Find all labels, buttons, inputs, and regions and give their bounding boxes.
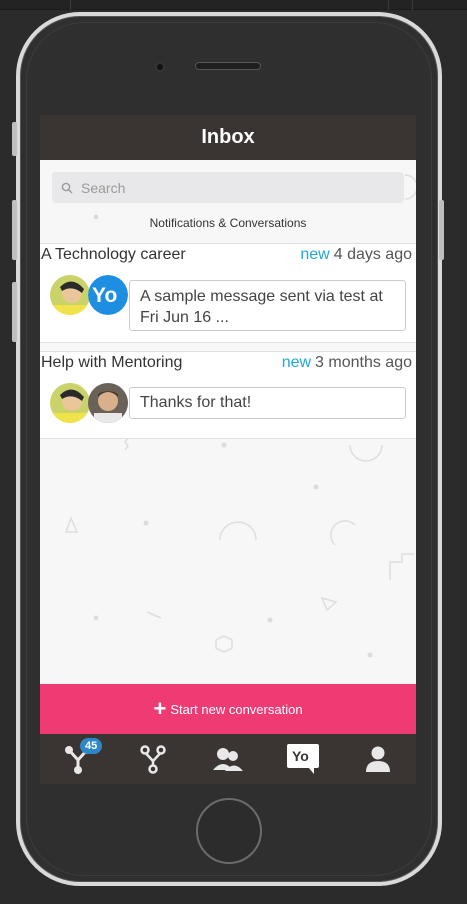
participant-avatars bbox=[50, 383, 130, 425]
profile-icon bbox=[366, 746, 391, 772]
tab-groups[interactable] bbox=[190, 734, 265, 784]
new-label: new bbox=[300, 246, 330, 263]
conversation-title: Help with Mentoring bbox=[41, 354, 183, 371]
volume-up-button bbox=[12, 200, 17, 260]
conversation-time: new 4 days ago bbox=[300, 246, 412, 264]
section-subtitle: Notifications & Conversations bbox=[149, 216, 307, 230]
app-header: Inbox bbox=[40, 115, 416, 160]
message-preview: Thanks for that! bbox=[129, 387, 406, 419]
participant-avatars: Yo bbox=[50, 275, 130, 317]
mute-switch bbox=[12, 122, 17, 156]
yo-logo-text: Yo bbox=[292, 748, 309, 764]
top-strip bbox=[0, 0, 467, 10]
conversation-title: A Technology career bbox=[41, 246, 186, 263]
new-label: new bbox=[281, 354, 312, 371]
tab-bar: 45 Yo bbox=[40, 734, 416, 784]
search-box[interactable] bbox=[52, 172, 404, 203]
page-title: Inbox bbox=[201, 126, 255, 148]
notification-badge: 45 bbox=[80, 738, 103, 754]
start-conversation-label: Start new conversation bbox=[170, 701, 303, 717]
earpiece-speaker bbox=[195, 62, 261, 70]
avatar-yo: Yo bbox=[88, 275, 128, 315]
tab-yo-chat[interactable]: Yo bbox=[266, 734, 341, 784]
home-button[interactable] bbox=[196, 798, 262, 864]
search-input[interactable] bbox=[81, 179, 381, 196]
message-line: Thanks for that! bbox=[140, 394, 252, 411]
time-ago: 4 days ago bbox=[333, 246, 412, 263]
avatar-yo-text: Yo bbox=[92, 284, 117, 307]
message-line: A sample message sent via test at bbox=[140, 288, 383, 305]
search-icon bbox=[61, 182, 73, 193]
conversation-item[interactable]: Help with Mentoring new 3 months ago Than… bbox=[40, 351, 416, 439]
start-conversation-button[interactable]: + Start new conversation bbox=[40, 684, 416, 734]
power-button bbox=[439, 200, 444, 260]
conversation-item[interactable]: A Technology career new 4 days ago Yo A s… bbox=[40, 243, 416, 343]
network-icon bbox=[140, 745, 166, 774]
time-ago: 3 months ago bbox=[315, 354, 412, 371]
conversation-time: new 3 months ago bbox=[282, 354, 412, 372]
volume-down-button bbox=[12, 282, 17, 342]
tab-connections[interactable]: 45 bbox=[40, 734, 115, 784]
message-preview: A sample message sent via test at Fri Ju… bbox=[129, 280, 406, 331]
tab-network[interactable] bbox=[115, 734, 190, 784]
tab-profile[interactable] bbox=[341, 734, 416, 784]
app-screen: Inbox Notifi bbox=[40, 115, 416, 784]
yo-chat-icon: Yo bbox=[287, 744, 320, 774]
message-line: Fri Jun 16 ... bbox=[140, 309, 229, 326]
avatar bbox=[50, 383, 90, 423]
people-icon bbox=[213, 748, 243, 771]
front-camera bbox=[155, 62, 165, 72]
avatar bbox=[50, 275, 90, 315]
avatar bbox=[88, 383, 128, 423]
plus-icon: + bbox=[153, 696, 167, 721]
